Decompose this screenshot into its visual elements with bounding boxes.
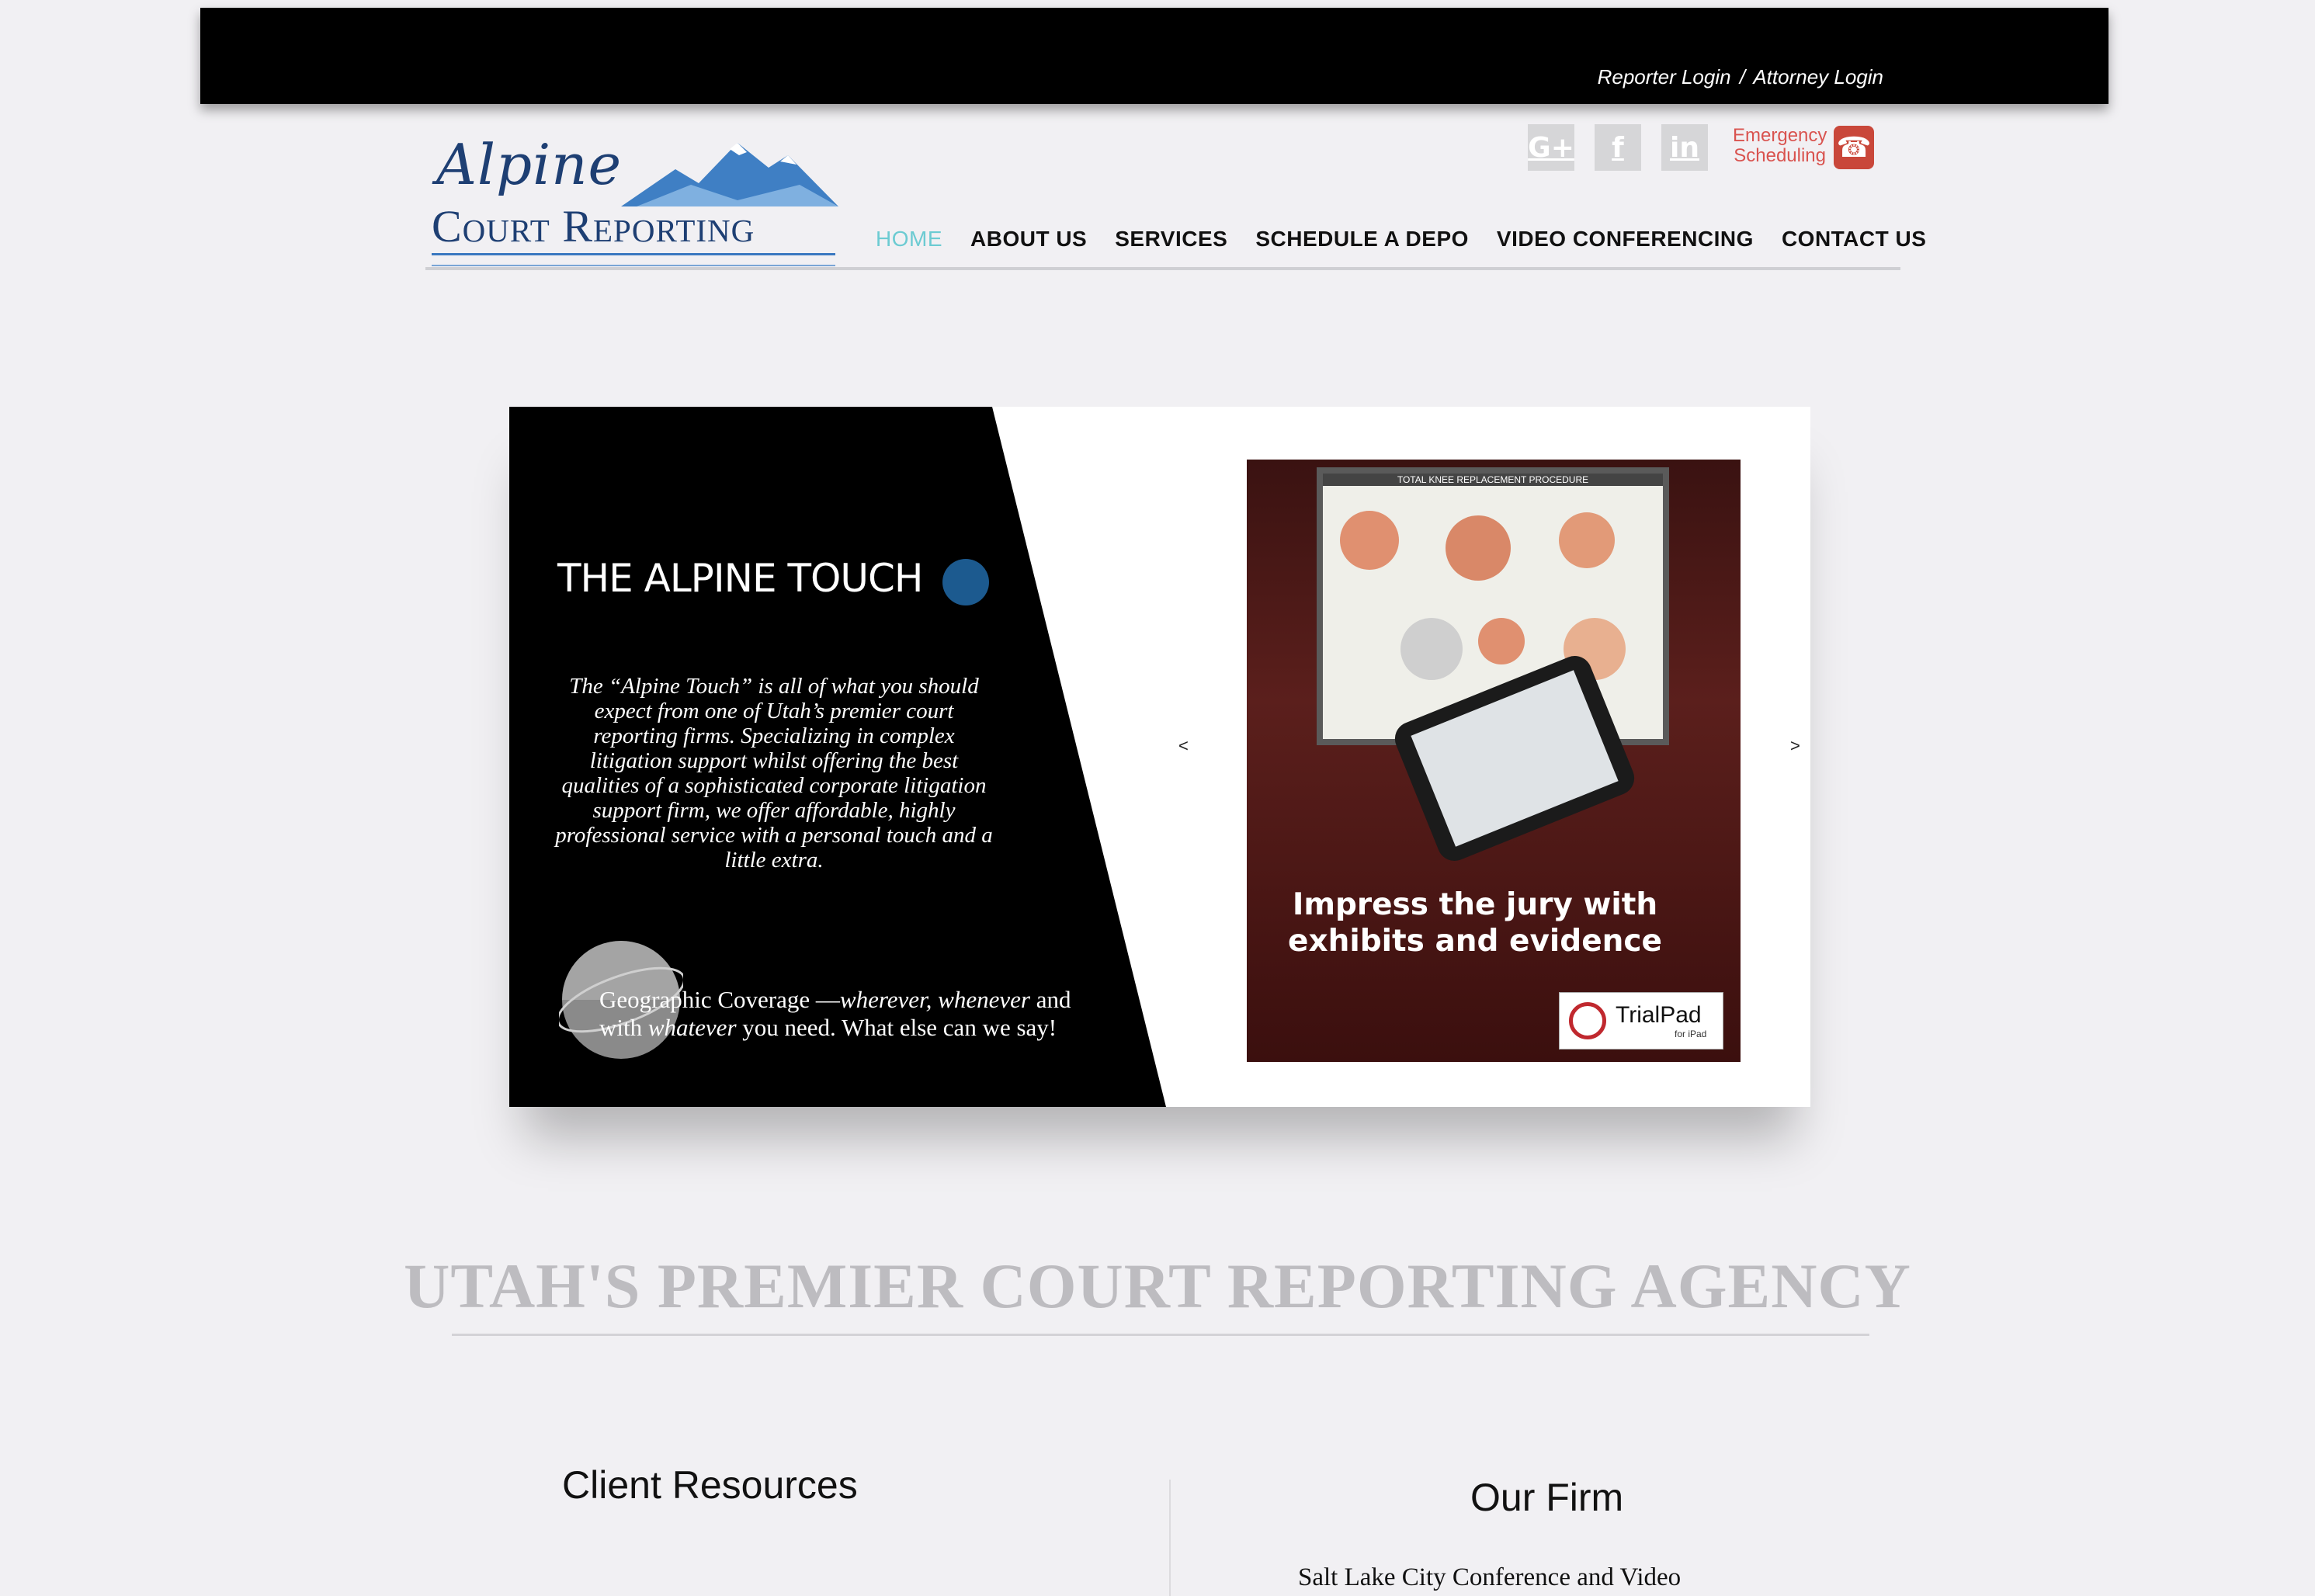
geo-text-italic-1: wherever, whenever — [839, 986, 1030, 1013]
slide-body-text: The “Alpine Touch” is all of what you sh… — [555, 674, 993, 873]
linkedin-icon[interactable]: in — [1661, 124, 1708, 171]
slide-indicator-dot[interactable] — [942, 559, 989, 605]
column-divider — [1169, 1480, 1171, 1596]
slider-prev-arrow[interactable]: < — [1178, 736, 1189, 756]
trialpad-name: TrialPad — [1616, 1002, 1702, 1028]
slide-geo-text: Geographic Coverage —wherever, whenever … — [599, 986, 1112, 1042]
photo-caption-line2: exhibits and evidence — [1288, 924, 1662, 959]
our-firm-heading: Our Firm — [1470, 1476, 1624, 1519]
nav-divider — [425, 267, 1900, 270]
top-bar: Reporter Login / Attorney Login — [200, 8, 2108, 104]
slide-photo: TOTAL KNEE REPLACEMENT PROCEDURE Impress… — [1247, 460, 1741, 1062]
logo-underline — [432, 253, 835, 266]
our-firm-text: Salt Lake City Conference and Video — [1298, 1563, 1682, 1591]
trialpad-icon — [1569, 1002, 1606, 1039]
geo-text-1: Geographic Coverage — — [599, 986, 840, 1013]
nav-home[interactable]: HOME — [876, 227, 942, 252]
emergency-scheduling-link[interactable]: Emergency Scheduling — [1733, 125, 1827, 166]
photo-caption: Impress the jury with exhibits and evide… — [1273, 886, 1677, 959]
geo-text-italic-2: whatever — [647, 1014, 737, 1041]
client-resources-heading: Client Resources — [562, 1463, 858, 1507]
board-title: TOTAL KNEE REPLACEMENT PROCEDURE — [1323, 474, 1663, 486]
login-separator: / — [1739, 65, 1746, 88]
login-links: Reporter Login / Attorney Login — [1598, 65, 1883, 89]
emergency-line2: Scheduling — [1734, 145, 1826, 166]
slider-next-arrow[interactable]: > — [1790, 736, 1800, 756]
nav-contact-us[interactable]: CONTACT US — [1782, 227, 1926, 252]
geo-text-3: you need. What else can we say! — [736, 1014, 1057, 1041]
logo-script-text: Alpine — [436, 132, 623, 197]
attorney-login-link[interactable]: Attorney Login — [1753, 65, 1883, 88]
trialpad-sub: for iPad — [1675, 1029, 1707, 1039]
facebook-icon[interactable]: f — [1595, 124, 1641, 171]
phone-icon[interactable]: ☎ — [1834, 126, 1874, 169]
headline-divider — [452, 1334, 1869, 1336]
hero-slider: THE ALPINE TOUCH The “Alpine Touch” is a… — [509, 407, 1810, 1107]
nav-about-us[interactable]: ABOUT US — [970, 227, 1087, 252]
slide-title: THE ALPINE TOUCH — [557, 556, 923, 601]
reporter-login-link[interactable]: Reporter Login — [1598, 65, 1731, 88]
photo-caption-line1: Impress the jury with — [1292, 887, 1658, 922]
site-logo[interactable]: Alpine Court Reporting — [427, 132, 838, 266]
nav-schedule-a-depo[interactable]: SCHEDULE A DEPO — [1255, 227, 1469, 252]
main-nav: HOME ABOUT US SERVICES SCHEDULE A DEPO V… — [876, 227, 1926, 252]
emergency-line1: Emergency — [1733, 125, 1827, 146]
logo-court-text: Court Reporting — [432, 201, 755, 252]
page-headline: UTAH'S PREMIER COURT REPORTING AGENCY — [404, 1251, 1911, 1321]
google-plus-icon[interactable]: G+ — [1528, 124, 1574, 171]
trialpad-badge: TrialPad for iPad — [1559, 992, 1723, 1050]
mountain-icon — [621, 143, 838, 206]
nav-services[interactable]: SERVICES — [1115, 227, 1227, 252]
nav-video-conferencing[interactable]: VIDEO CONFERENCING — [1497, 227, 1754, 252]
